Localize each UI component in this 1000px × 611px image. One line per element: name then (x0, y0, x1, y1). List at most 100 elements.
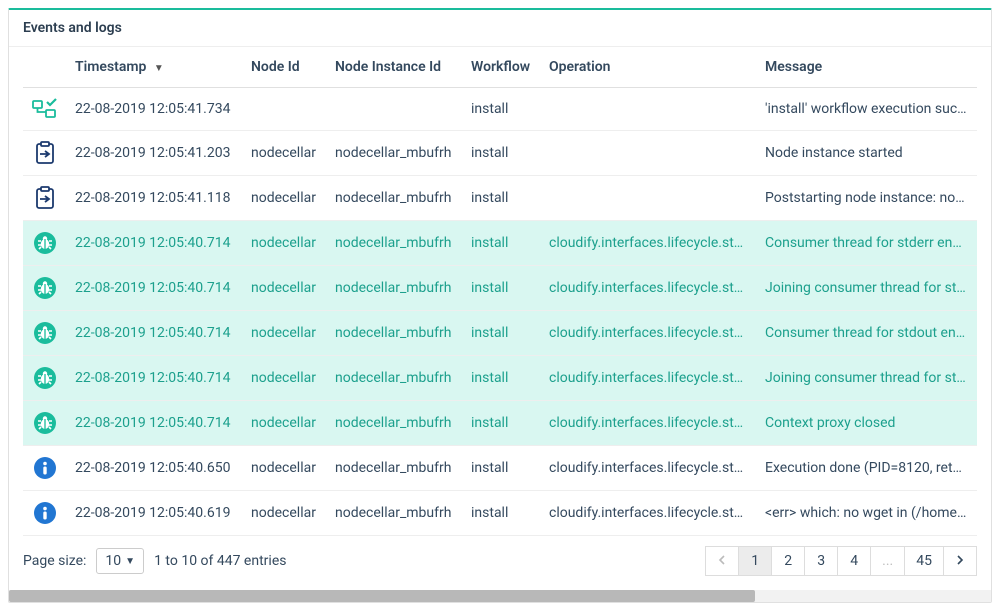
event-type-icon (23, 491, 67, 536)
cell-message: Consumer thread for stderr ended (757, 221, 977, 266)
cell-timestamp: 22-08-2019 12:05:40.714 (67, 401, 243, 446)
page-number-button[interactable]: 45 (904, 546, 944, 576)
cell-timestamp: 22-08-2019 12:05:40.714 (67, 221, 243, 266)
table-row[interactable]: 22-08-2019 12:05:40.714nodecellarnodecel… (23, 356, 977, 401)
table-wrap: Timestamp ▼ Node Id Node Instance Id Wor… (9, 47, 991, 536)
page-number-button[interactable]: 3 (804, 546, 838, 576)
cell-node-id: nodecellar (243, 131, 327, 176)
cell-node-instance-id: nodecellar_mbufrh (327, 221, 463, 266)
event-type-icon (23, 266, 67, 311)
cell-node-id: nodecellar (243, 311, 327, 356)
event-type-icon (23, 401, 67, 446)
cell-message: Node instance started (757, 131, 977, 176)
cell-node-instance-id: nodecellar_mbufrh (327, 176, 463, 221)
cell-node-instance-id: nodecellar_mbufrh (327, 356, 463, 401)
event-type-icon (23, 176, 67, 221)
cell-node-id: nodecellar (243, 401, 327, 446)
cell-node-instance-id: nodecellar_mbufrh (327, 491, 463, 536)
cell-workflow: install (463, 131, 541, 176)
cell-timestamp: 22-08-2019 12:05:41.203 (67, 131, 243, 176)
event-type-icon (23, 446, 67, 491)
cell-timestamp: 22-08-2019 12:05:40.650 (67, 446, 243, 491)
page-prev-button[interactable] (705, 546, 739, 576)
page-number-button[interactable]: 2 (771, 546, 805, 576)
horizontal-scrollbar[interactable] (9, 590, 991, 602)
panel-title: Events and logs (9, 10, 991, 47)
table-row[interactable]: 22-08-2019 12:05:40.714nodecellarnodecel… (23, 401, 977, 446)
cell-node-id: nodecellar (243, 176, 327, 221)
cell-message: <err> which: no wget in (/home/centos/ho… (757, 491, 977, 536)
col-node-instance-id-header[interactable]: Node Instance Id (327, 47, 463, 88)
cell-workflow: install (463, 176, 541, 221)
col-operation-header[interactable]: Operation (541, 47, 757, 88)
cell-operation: cloudify.interfaces.lifecycle.start (541, 266, 757, 311)
cell-node-instance-id: nodecellar_mbufrh (327, 446, 463, 491)
cell-node-id: nodecellar (243, 221, 327, 266)
table-row[interactable]: 22-08-2019 12:05:41.734 install 'install' … (23, 88, 977, 131)
page-size-label: Page size: (23, 553, 86, 569)
chevron-right-icon (956, 555, 964, 565)
chevron-left-icon (718, 555, 726, 565)
cell-timestamp: 22-08-2019 12:05:41.118 (67, 176, 243, 221)
cell-operation: cloudify.interfaces.lifecycle.start (541, 446, 757, 491)
cell-timestamp: 22-08-2019 12:05:41.734 (67, 88, 243, 131)
cell-node-instance-id: nodecellar_mbufrh (327, 131, 463, 176)
cell-message: Execution done (PID=8120, return_ (757, 446, 977, 491)
cell-workflow: install (463, 491, 541, 536)
table-row[interactable]: 22-08-2019 12:05:41.118nodecellarnodecel… (23, 176, 977, 221)
cell-workflow: install (463, 266, 541, 311)
table-footer: Page size: 10 ▼ 1 to 10 of 447 entries 1… (9, 536, 991, 590)
page-size-select[interactable]: 10 ▼ (96, 548, 144, 574)
page-number-button[interactable]: 1 (738, 546, 772, 576)
scrollbar-thumb[interactable] (9, 590, 755, 602)
col-icon-header[interactable] (23, 47, 67, 88)
table-row[interactable]: 22-08-2019 12:05:41.203nodecellarnodecel… (23, 131, 977, 176)
cell-node-id: nodecellar (243, 266, 327, 311)
cell-workflow: install (463, 401, 541, 446)
cell-workflow: install (463, 311, 541, 356)
cell-node-instance-id: nodecellar_mbufrh (327, 311, 463, 356)
table-row[interactable]: 22-08-2019 12:05:40.650nodecellarnodecel… (23, 446, 977, 491)
cell-node-id: nodecellar (243, 356, 327, 401)
cell-workflow: install (463, 356, 541, 401)
cell-timestamp: 22-08-2019 12:05:40.714 (67, 266, 243, 311)
page-next-button[interactable] (943, 546, 977, 576)
page-number-button[interactable]: 4 (837, 546, 871, 576)
page-ellipsis: ... (870, 546, 905, 576)
event-type-icon (23, 131, 67, 176)
cell-operation: cloudify.interfaces.lifecycle.start (541, 491, 757, 536)
col-workflow-header[interactable]: Workflow (463, 47, 541, 88)
cell-node-instance-id (327, 88, 463, 131)
event-type-icon (23, 311, 67, 356)
cell-workflow: install (463, 88, 541, 131)
cell-message: Context proxy closed (757, 401, 977, 446)
col-message-header[interactable]: Message (757, 47, 977, 88)
event-type-icon (23, 356, 67, 401)
col-timestamp-label: Timestamp (75, 59, 146, 75)
cell-message: Consumer thread for stdout ended (757, 311, 977, 356)
table-header-row: Timestamp ▼ Node Id Node Instance Id Wor… (23, 47, 977, 88)
cell-workflow: install (463, 221, 541, 266)
cell-node-id: nodecellar (243, 446, 327, 491)
cell-node-instance-id: nodecellar_mbufrh (327, 266, 463, 311)
table-row[interactable]: 22-08-2019 12:05:40.714nodecellarnodecel… (23, 311, 977, 356)
cell-timestamp: 22-08-2019 12:05:40.619 (67, 491, 243, 536)
cell-timestamp: 22-08-2019 12:05:40.714 (67, 356, 243, 401)
cell-operation (541, 88, 757, 131)
col-timestamp-header[interactable]: Timestamp ▼ (67, 47, 243, 88)
cell-node-id: nodecellar (243, 491, 327, 536)
cell-message: Poststarting node instance: nothing (757, 176, 977, 221)
event-type-icon (23, 221, 67, 266)
footer-left: Page size: 10 ▼ 1 to 10 of 447 entries (23, 548, 286, 574)
table-row[interactable]: 22-08-2019 12:05:40.714nodecellarnodecel… (23, 266, 977, 311)
pagination: 1234...45 (705, 546, 977, 576)
entries-range: 1 to 10 of 447 entries (154, 553, 286, 569)
page-size-value: 10 (105, 553, 121, 569)
cell-workflow: install (463, 446, 541, 491)
table-row[interactable]: 22-08-2019 12:05:40.619nodecellarnodecel… (23, 491, 977, 536)
cell-message: 'install' workflow execution succeed (757, 88, 977, 131)
col-node-id-header[interactable]: Node Id (243, 47, 327, 88)
cell-operation: cloudify.interfaces.lifecycle.start (541, 311, 757, 356)
cell-node-id (243, 88, 327, 131)
table-row[interactable]: 22-08-2019 12:05:40.714nodecellarnodecel… (23, 221, 977, 266)
